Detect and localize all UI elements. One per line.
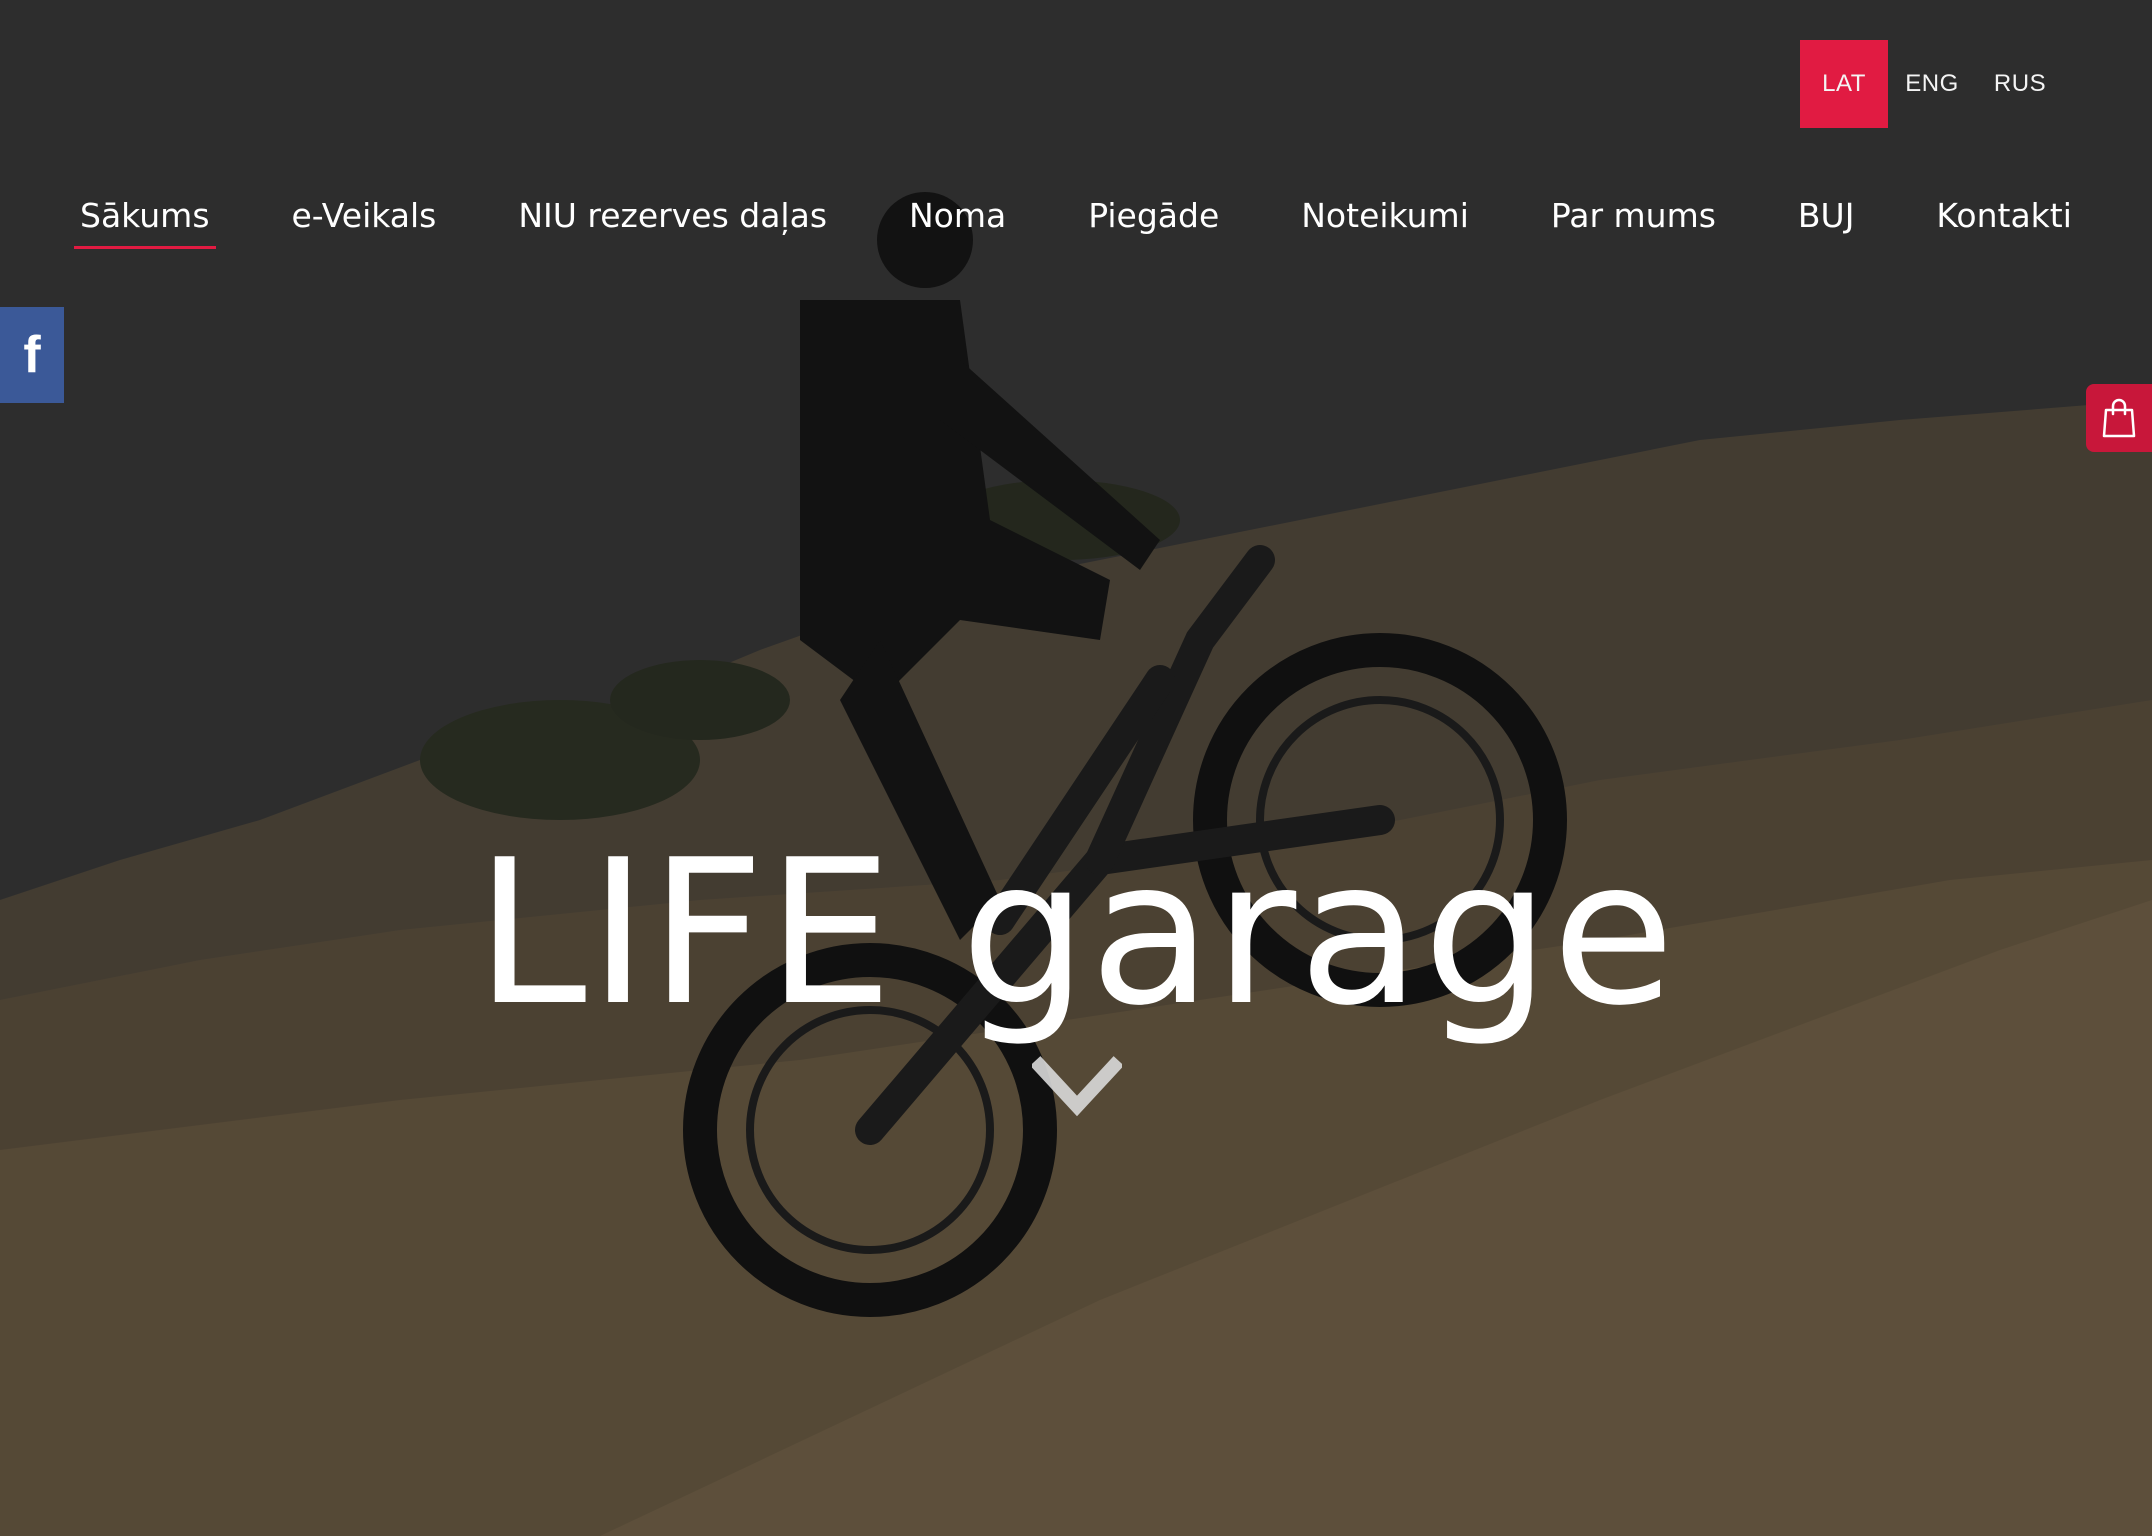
nav-item-buj[interactable]: BUJ bbox=[1798, 196, 1855, 249]
facebook-icon: f bbox=[23, 326, 41, 384]
facebook-button[interactable]: f bbox=[0, 307, 64, 403]
language-switcher: LAT ENG RUS bbox=[1800, 40, 2064, 128]
nav-item-e-veikals[interactable]: e-Veikals bbox=[292, 196, 437, 249]
chevron-down-icon[interactable] bbox=[1032, 1052, 1122, 1122]
nav-item-noteikumi[interactable]: Noteikumi bbox=[1301, 196, 1469, 249]
language-lat[interactable]: LAT bbox=[1800, 40, 1888, 128]
cart-button[interactable] bbox=[2086, 384, 2152, 452]
language-eng[interactable]: ENG bbox=[1888, 40, 1976, 128]
hero-title: LIFE garage bbox=[475, 817, 1677, 1050]
nav-item-niu-rezerves-dalas[interactable]: NIU rezerves daļas bbox=[518, 196, 827, 249]
nav-item-piegade[interactable]: Piegāde bbox=[1088, 196, 1219, 249]
shopping-bag-icon bbox=[2102, 398, 2136, 438]
nav-item-noma[interactable]: Noma bbox=[909, 196, 1006, 249]
nav-item-kontakti[interactable]: Kontakti bbox=[1936, 196, 2071, 249]
nav-item-par-mums[interactable]: Par mums bbox=[1551, 196, 1716, 249]
main-navigation: Sākums e-Veikals NIU rezerves daļas Noma… bbox=[74, 196, 2072, 249]
language-rus[interactable]: RUS bbox=[1976, 40, 2064, 128]
nav-item-sakums[interactable]: Sākums bbox=[74, 196, 216, 249]
